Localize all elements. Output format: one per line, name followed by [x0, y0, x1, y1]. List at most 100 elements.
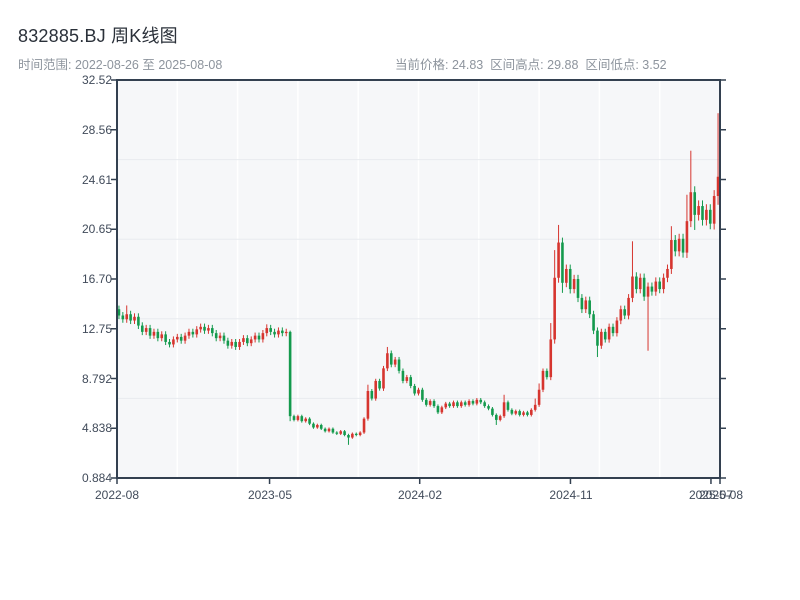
candle-down	[180, 337, 183, 341]
candle-down	[281, 331, 284, 334]
y-tick-label: 4.838	[8, 422, 112, 434]
candle-down	[491, 409, 494, 415]
candle-down	[479, 400, 482, 403]
candle-down	[312, 424, 315, 428]
candle-down	[398, 360, 401, 371]
candle-up	[160, 334, 163, 338]
candle-up	[406, 377, 409, 381]
candle-up	[584, 300, 587, 309]
candle-up	[242, 338, 245, 342]
kline-report-page: 832885.BJ 周K线图 时间范围: 2022-08-26 至 2025-0…	[0, 0, 800, 600]
candle-up	[184, 336, 187, 341]
candle-up	[565, 269, 568, 283]
candle-down	[336, 433, 339, 434]
candle-down	[592, 314, 595, 330]
candle-down	[561, 243, 564, 283]
candle-down	[223, 336, 226, 341]
candle-up	[386, 353, 389, 368]
candle-down	[343, 431, 346, 435]
candle-down	[168, 342, 171, 345]
candle-up	[297, 416, 300, 420]
candle-up	[534, 405, 537, 410]
y-tick-label: 12.75	[8, 323, 112, 335]
y-tick-label: 0.884	[8, 472, 112, 484]
candle-up	[713, 196, 716, 224]
candle-up	[359, 433, 362, 436]
y-tick-label: 20.65	[8, 223, 112, 235]
candle-up	[199, 327, 202, 330]
candle-down	[157, 332, 160, 338]
candle-down	[437, 406, 440, 412]
candle-down	[300, 416, 303, 421]
candle-up	[627, 298, 630, 316]
candle-up	[705, 210, 708, 220]
candle-down	[149, 328, 152, 336]
candle-down	[234, 342, 237, 347]
candle-down	[472, 401, 475, 404]
candle-up	[542, 371, 545, 390]
candle-up	[265, 328, 268, 333]
candle-up	[145, 328, 148, 332]
x-tick-label: 2024-11	[526, 489, 616, 502]
candle-up	[503, 402, 506, 416]
candle-up	[328, 429, 331, 432]
candle-up	[207, 328, 210, 331]
candle-up	[647, 287, 650, 297]
x-tick-label: 2024-02	[375, 489, 465, 502]
candle-down	[588, 300, 591, 314]
candle-down	[129, 314, 132, 320]
candle-down	[137, 317, 140, 326]
candle-down	[701, 206, 704, 220]
candle-down	[546, 371, 549, 377]
candle-up	[339, 431, 342, 434]
candlestick-chart	[0, 0, 800, 600]
candle-down	[332, 429, 335, 433]
candle-up	[394, 360, 397, 365]
candle-down	[192, 332, 195, 335]
candle-down	[507, 402, 510, 410]
candle-up	[717, 177, 720, 196]
candle-down	[643, 278, 646, 297]
candle-down	[483, 402, 486, 406]
y-tick-label: 16.70	[8, 273, 112, 285]
candle-up	[616, 321, 619, 334]
candle-down	[347, 435, 350, 438]
candle-up	[188, 332, 191, 336]
candle-down	[658, 282, 661, 290]
candle-down	[682, 239, 685, 253]
candle-up	[631, 277, 634, 298]
candle-up	[238, 342, 241, 347]
candle-up	[499, 416, 502, 420]
candle-down	[269, 328, 272, 332]
candle-down	[324, 429, 327, 432]
candle-down	[355, 434, 358, 435]
candle-down	[246, 338, 249, 343]
candle-down	[320, 425, 323, 429]
candle-up	[468, 401, 471, 405]
candle-up	[304, 419, 307, 422]
candle-up	[460, 402, 463, 406]
candle-up	[441, 407, 444, 412]
candle-up	[176, 337, 179, 340]
candle-down	[122, 316, 125, 320]
candle-up	[133, 317, 136, 321]
candle-up	[557, 243, 560, 278]
candle-up	[600, 332, 603, 346]
candle-down	[118, 309, 121, 315]
candle-down	[456, 402, 459, 406]
candle-up	[639, 278, 642, 289]
y-tick-label: 8.792	[8, 373, 112, 385]
candle-up	[686, 221, 689, 252]
candle-down	[425, 400, 428, 405]
candle-up	[125, 314, 128, 319]
candle-up	[538, 390, 541, 405]
candle-down	[448, 404, 451, 407]
candle-up	[666, 269, 669, 278]
candle-down	[258, 336, 261, 340]
candle-up	[608, 327, 611, 340]
candle-down	[421, 390, 424, 400]
candle-down	[526, 412, 529, 415]
candle-down	[709, 210, 712, 224]
y-tick-label: 24.61	[8, 174, 112, 186]
candle-up	[670, 240, 673, 269]
